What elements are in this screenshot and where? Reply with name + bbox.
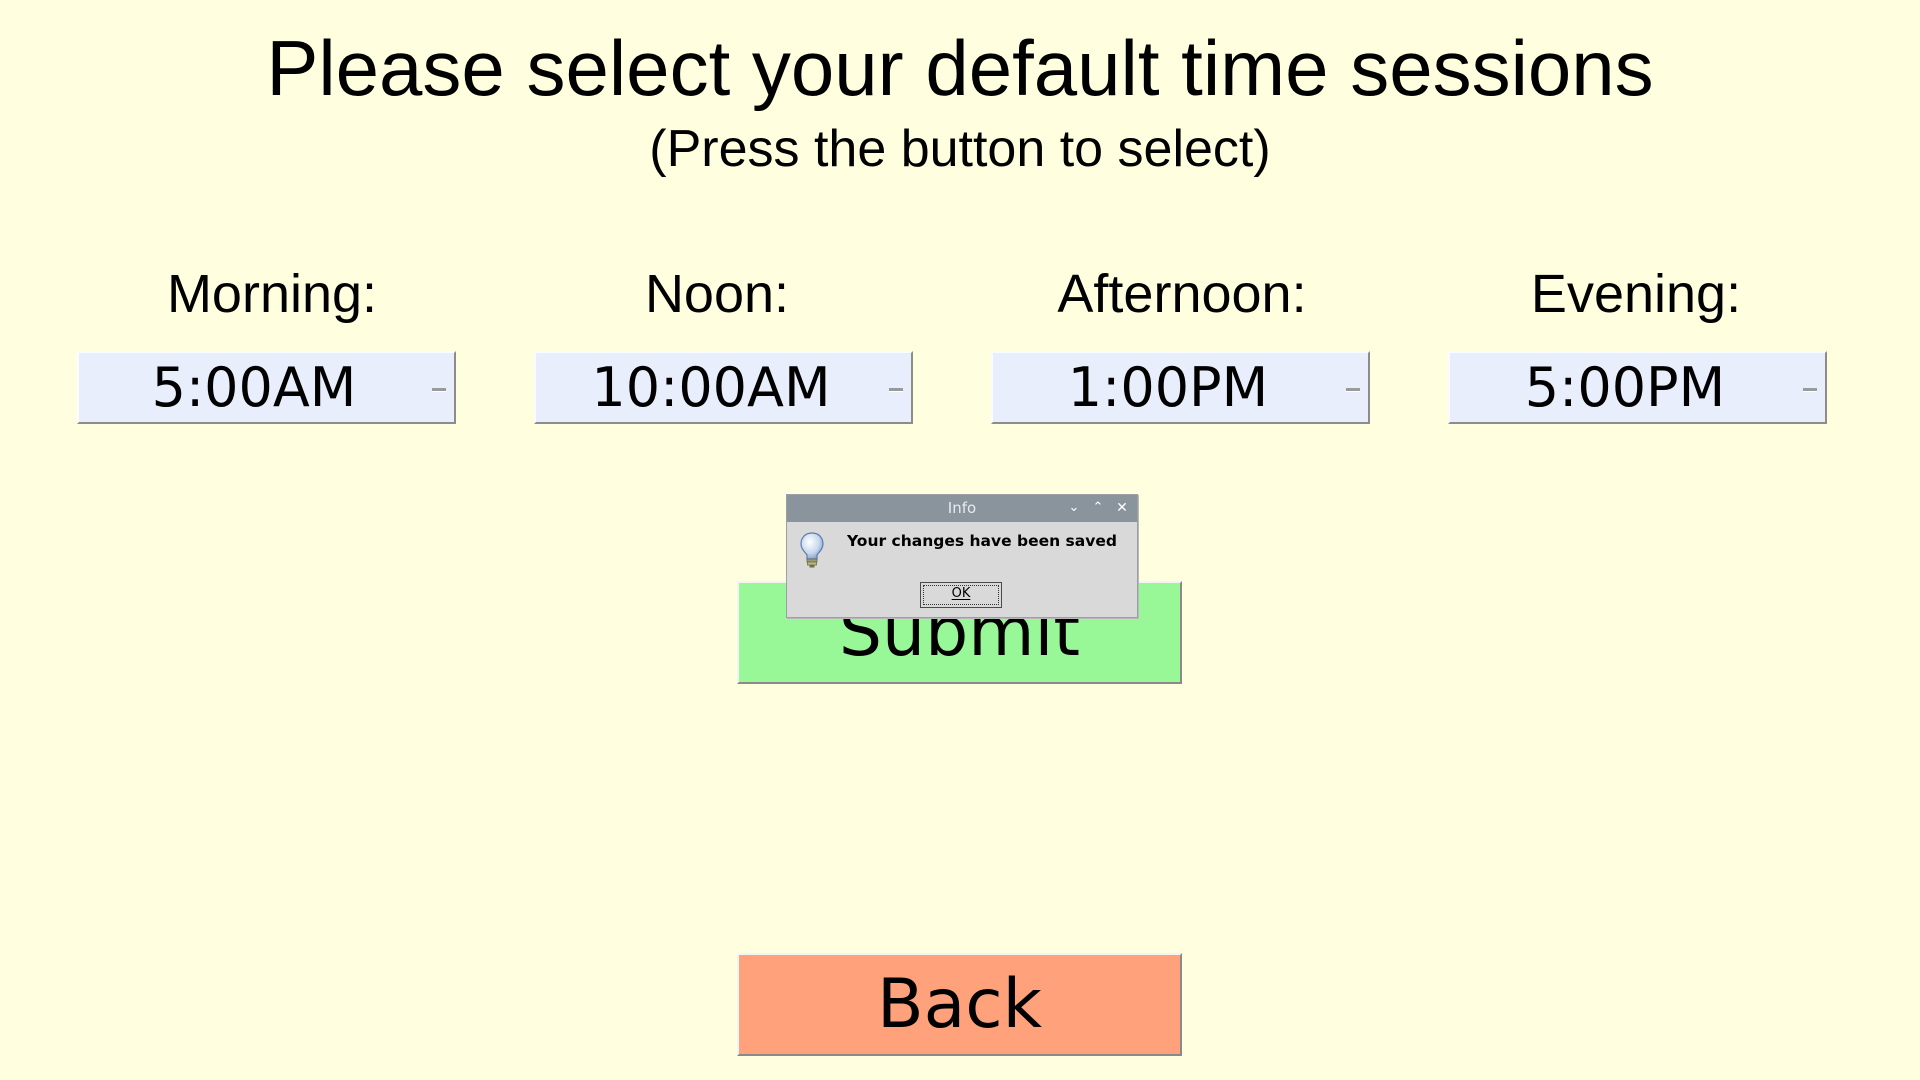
- maximize-icon[interactable]: ⌃: [1089, 499, 1107, 517]
- close-icon[interactable]: ✕: [1113, 499, 1131, 517]
- morning-time-button[interactable]: 5:00AM: [77, 351, 456, 424]
- evening-time-value: 5:00PM: [1524, 356, 1726, 419]
- option-menu-indicator-icon: [1803, 388, 1817, 392]
- option-menu-indicator-icon: [889, 388, 903, 392]
- ok-button[interactable]: OK: [920, 582, 1002, 608]
- info-dialog: Info ⌄ ⌃ ✕ Your changes have been saved …: [786, 494, 1138, 618]
- morning-label: Morning:: [166, 264, 378, 324]
- dialog-message: Your changes have been saved: [847, 532, 1117, 550]
- minimize-icon[interactable]: ⌄: [1065, 499, 1083, 517]
- afternoon-time-value: 1:00PM: [1067, 356, 1269, 419]
- page-title: Please select your default time sessions: [266, 24, 1654, 112]
- evening-time-button[interactable]: 5:00PM: [1448, 351, 1827, 424]
- dialog-title: Info: [947, 499, 977, 517]
- noon-label: Noon:: [644, 264, 790, 324]
- morning-time-value: 5:00AM: [151, 356, 357, 419]
- dialog-titlebar[interactable]: Info ⌄ ⌃ ✕: [787, 495, 1137, 522]
- noon-time-value: 10:00AM: [591, 356, 831, 419]
- noon-time-button[interactable]: 10:00AM: [534, 351, 913, 424]
- option-menu-indicator-icon: [1346, 388, 1360, 392]
- afternoon-label: Afternoon:: [1057, 264, 1307, 324]
- option-menu-indicator-icon: [432, 388, 446, 392]
- evening-label: Evening:: [1530, 264, 1742, 324]
- lightbulb-icon: [800, 532, 824, 568]
- afternoon-time-button[interactable]: 1:00PM: [991, 351, 1370, 424]
- ok-button-label: OK: [951, 586, 971, 601]
- back-button[interactable]: Back: [737, 953, 1182, 1056]
- page-subtitle: (Press the button to select): [649, 120, 1271, 178]
